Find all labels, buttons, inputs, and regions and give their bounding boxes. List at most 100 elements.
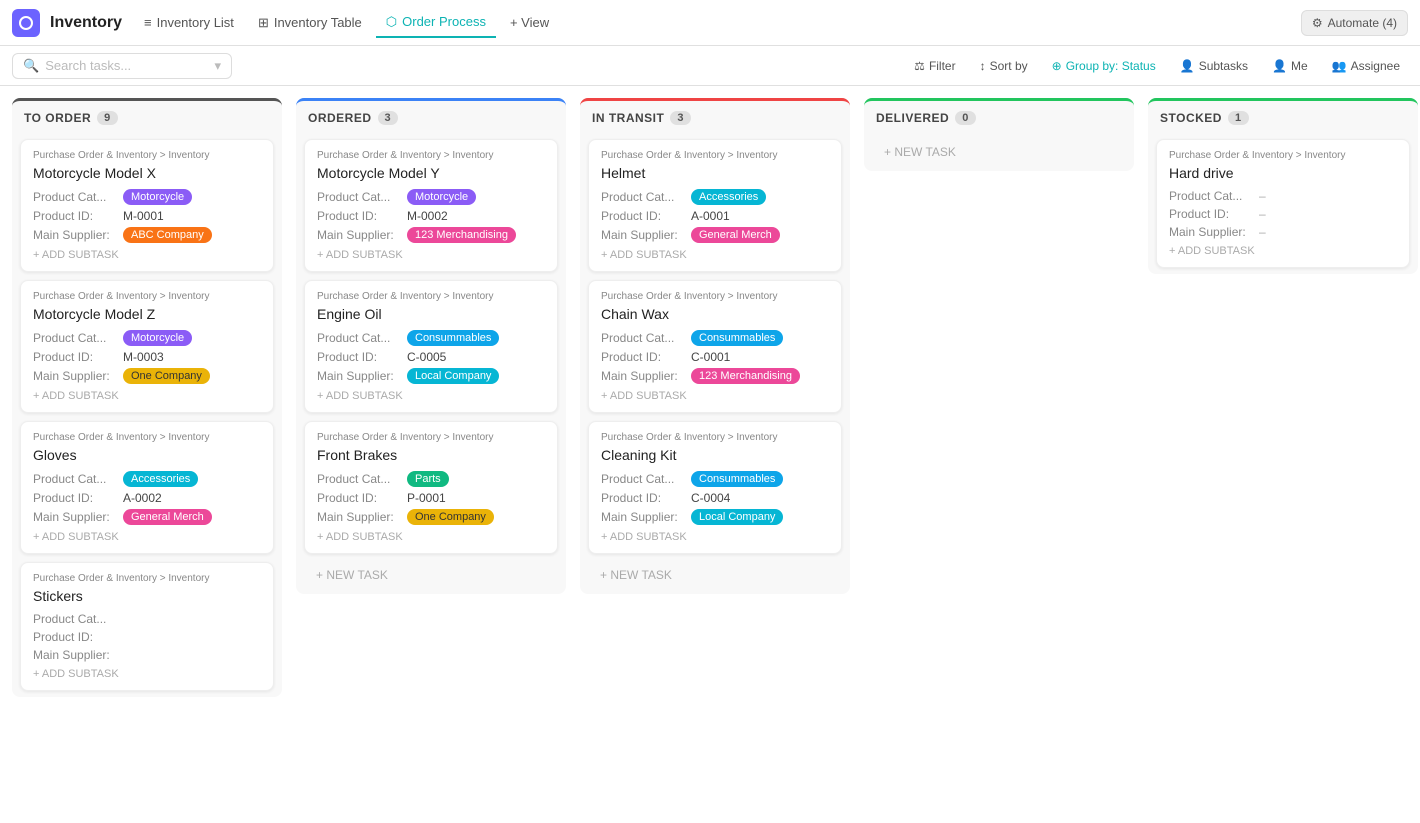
new-task-button[interactable]: + NEW TASK xyxy=(588,562,842,588)
category-badge: Consummables xyxy=(407,330,499,346)
add-subtask-button[interactable]: + ADD SUBTASK xyxy=(33,668,261,680)
category-label: Product Cat... xyxy=(601,331,691,345)
list-icon: ≡ xyxy=(144,15,152,30)
card-title: Engine Oil xyxy=(317,306,545,322)
card-field-category: Product Cat... Consummables xyxy=(601,330,829,346)
category-label: Product Cat... xyxy=(317,331,407,345)
card-breadcrumb: Purchase Order & Inventory > Inventory xyxy=(33,291,261,302)
product-id-label: Product ID: xyxy=(601,491,691,505)
column-header-ordered: ORDERED3 xyxy=(296,98,566,133)
tab-inventory-table[interactable]: ⊞ Inventory Table xyxy=(248,9,372,37)
tab-order-process[interactable]: ⬡ Order Process xyxy=(376,8,496,38)
subtasks-button[interactable]: 👤 Subtasks xyxy=(1172,55,1256,77)
add-subtask-button[interactable]: + ADD SUBTASK xyxy=(601,531,829,543)
task-card[interactable]: Purchase Order & Inventory > Inventory S… xyxy=(20,562,274,691)
category-badge: Parts xyxy=(407,471,449,487)
me-button[interactable]: 👤 Me xyxy=(1264,55,1316,77)
card-field-product-id: Product ID: A-0001 xyxy=(601,209,829,223)
assignee-button[interactable]: 👥 Assignee xyxy=(1324,55,1408,77)
product-id-label: Product ID: xyxy=(33,350,123,364)
card-field-category: Product Cat... Parts xyxy=(317,471,545,487)
product-id-value: C-0004 xyxy=(691,491,730,505)
add-subtask-button[interactable]: + ADD SUBTASK xyxy=(317,249,545,261)
filter-button[interactable]: ⚖ Filter xyxy=(906,55,963,77)
card-field-product-id: Product ID: xyxy=(33,630,261,644)
product-id-label: Product ID: xyxy=(33,491,123,505)
product-id-value: M-0001 xyxy=(123,209,164,223)
supplier-label: Main Supplier: xyxy=(601,369,691,383)
card-breadcrumb: Purchase Order & Inventory > Inventory xyxy=(33,432,261,443)
card-title: Motorcycle Model X xyxy=(33,165,261,181)
product-id-label: Product ID: xyxy=(317,209,407,223)
category-label: Product Cat... xyxy=(601,190,691,204)
task-card[interactable]: Purchase Order & Inventory > Inventory C… xyxy=(588,421,842,554)
supplier-label: Main Supplier: xyxy=(33,648,123,662)
task-card[interactable]: Purchase Order & Inventory > Inventory E… xyxy=(304,280,558,413)
supplier-label: Main Supplier: xyxy=(33,510,123,524)
add-subtask-button[interactable]: + ADD SUBTASK xyxy=(317,531,545,543)
app-logo xyxy=(12,9,40,37)
card-field-category: Product Cat... Consummables xyxy=(317,330,545,346)
add-subtask-button[interactable]: + ADD SUBTASK xyxy=(601,249,829,261)
category-label: Product Cat... xyxy=(1169,189,1259,203)
card-field-category: Product Cat... Motorcycle xyxy=(317,189,545,205)
card-breadcrumb: Purchase Order & Inventory > Inventory xyxy=(601,291,829,302)
task-card[interactable]: Purchase Order & Inventory > Inventory M… xyxy=(304,139,558,272)
task-card[interactable]: Purchase Order & Inventory > Inventory F… xyxy=(304,421,558,554)
column-count: 0 xyxy=(955,111,976,125)
task-card[interactable]: Purchase Order & Inventory > Inventory C… xyxy=(588,280,842,413)
search-icon: 🔍 xyxy=(23,58,39,74)
task-card[interactable]: Purchase Order & Inventory > Inventory G… xyxy=(20,421,274,554)
new-task-button[interactable]: + NEW TASK xyxy=(304,562,558,588)
card-field-supplier: Main Supplier: Local Company xyxy=(317,368,545,384)
tab-view[interactable]: + View xyxy=(500,9,559,36)
task-card[interactable]: Purchase Order & Inventory > Inventory H… xyxy=(588,139,842,272)
task-card[interactable]: Purchase Order & Inventory > Inventory M… xyxy=(20,139,274,272)
app-title: Inventory xyxy=(50,14,122,32)
supplier-label: Main Supplier: xyxy=(33,369,123,383)
column-body-stocked: Purchase Order & Inventory > Inventory H… xyxy=(1148,133,1418,274)
kanban-board: TO ORDER9 Purchase Order & Inventory > I… xyxy=(0,86,1420,823)
category-badge: Motorcycle xyxy=(123,189,192,205)
card-breadcrumb: Purchase Order & Inventory > Inventory xyxy=(1169,150,1397,161)
category-badge: Motorcycle xyxy=(123,330,192,346)
add-subtask-button[interactable]: + ADD SUBTASK xyxy=(33,249,261,261)
supplier-badge: General Merch xyxy=(123,509,212,525)
card-field-supplier: Main Supplier: General Merch xyxy=(33,509,261,525)
automate-button[interactable]: ⚙ Automate (4) xyxy=(1301,10,1408,36)
card-field-category: Product Cat... xyxy=(33,612,261,626)
product-id-label: Product ID: xyxy=(317,350,407,364)
card-field-supplier: Main Supplier: – xyxy=(1169,225,1397,239)
task-card[interactable]: Purchase Order & Inventory > Inventory H… xyxy=(1156,139,1410,268)
card-field-category: Product Cat... Accessories xyxy=(33,471,261,487)
product-id-value: M-0002 xyxy=(407,209,448,223)
column-header-delivered: DELIVERED0 xyxy=(864,98,1134,133)
assignee-icon: 👥 xyxy=(1332,59,1347,73)
category-badge: Accessories xyxy=(123,471,198,487)
group-button[interactable]: ⊕ Group by: Status xyxy=(1044,55,1164,77)
search-box[interactable]: 🔍 Search tasks... ▾ xyxy=(12,53,232,79)
task-card[interactable]: Purchase Order & Inventory > Inventory M… xyxy=(20,280,274,413)
card-field-product-id: Product ID: – xyxy=(1169,207,1397,221)
supplier-badge: Local Company xyxy=(691,509,783,525)
card-title: Helmet xyxy=(601,165,829,181)
category-label: Product Cat... xyxy=(33,612,123,626)
new-task-button[interactable]: + NEW TASK xyxy=(872,139,1126,165)
search-dropdown-icon[interactable]: ▾ xyxy=(214,58,221,74)
column-title: TO ORDER xyxy=(24,111,91,125)
supplier-badge: Local Company xyxy=(407,368,499,384)
add-subtask-button[interactable]: + ADD SUBTASK xyxy=(33,390,261,402)
add-subtask-button[interactable]: + ADD SUBTASK xyxy=(601,390,829,402)
tab-inventory-list[interactable]: ≡ Inventory List xyxy=(134,9,244,36)
card-breadcrumb: Purchase Order & Inventory > Inventory xyxy=(317,432,545,443)
card-breadcrumb: Purchase Order & Inventory > Inventory xyxy=(317,291,545,302)
sort-button[interactable]: ↕ Sort by xyxy=(972,55,1036,77)
me-icon: 👤 xyxy=(1272,59,1287,73)
supplier-badge: 123 Merchandising xyxy=(407,227,516,243)
card-title: Motorcycle Model Y xyxy=(317,165,545,181)
column-body-in-transit: Purchase Order & Inventory > Inventory H… xyxy=(580,133,850,594)
add-subtask-button[interactable]: + ADD SUBTASK xyxy=(1169,245,1397,257)
add-subtask-button[interactable]: + ADD SUBTASK xyxy=(33,531,261,543)
add-subtask-button[interactable]: + ADD SUBTASK xyxy=(317,390,545,402)
card-field-category: Product Cat... Motorcycle xyxy=(33,189,261,205)
